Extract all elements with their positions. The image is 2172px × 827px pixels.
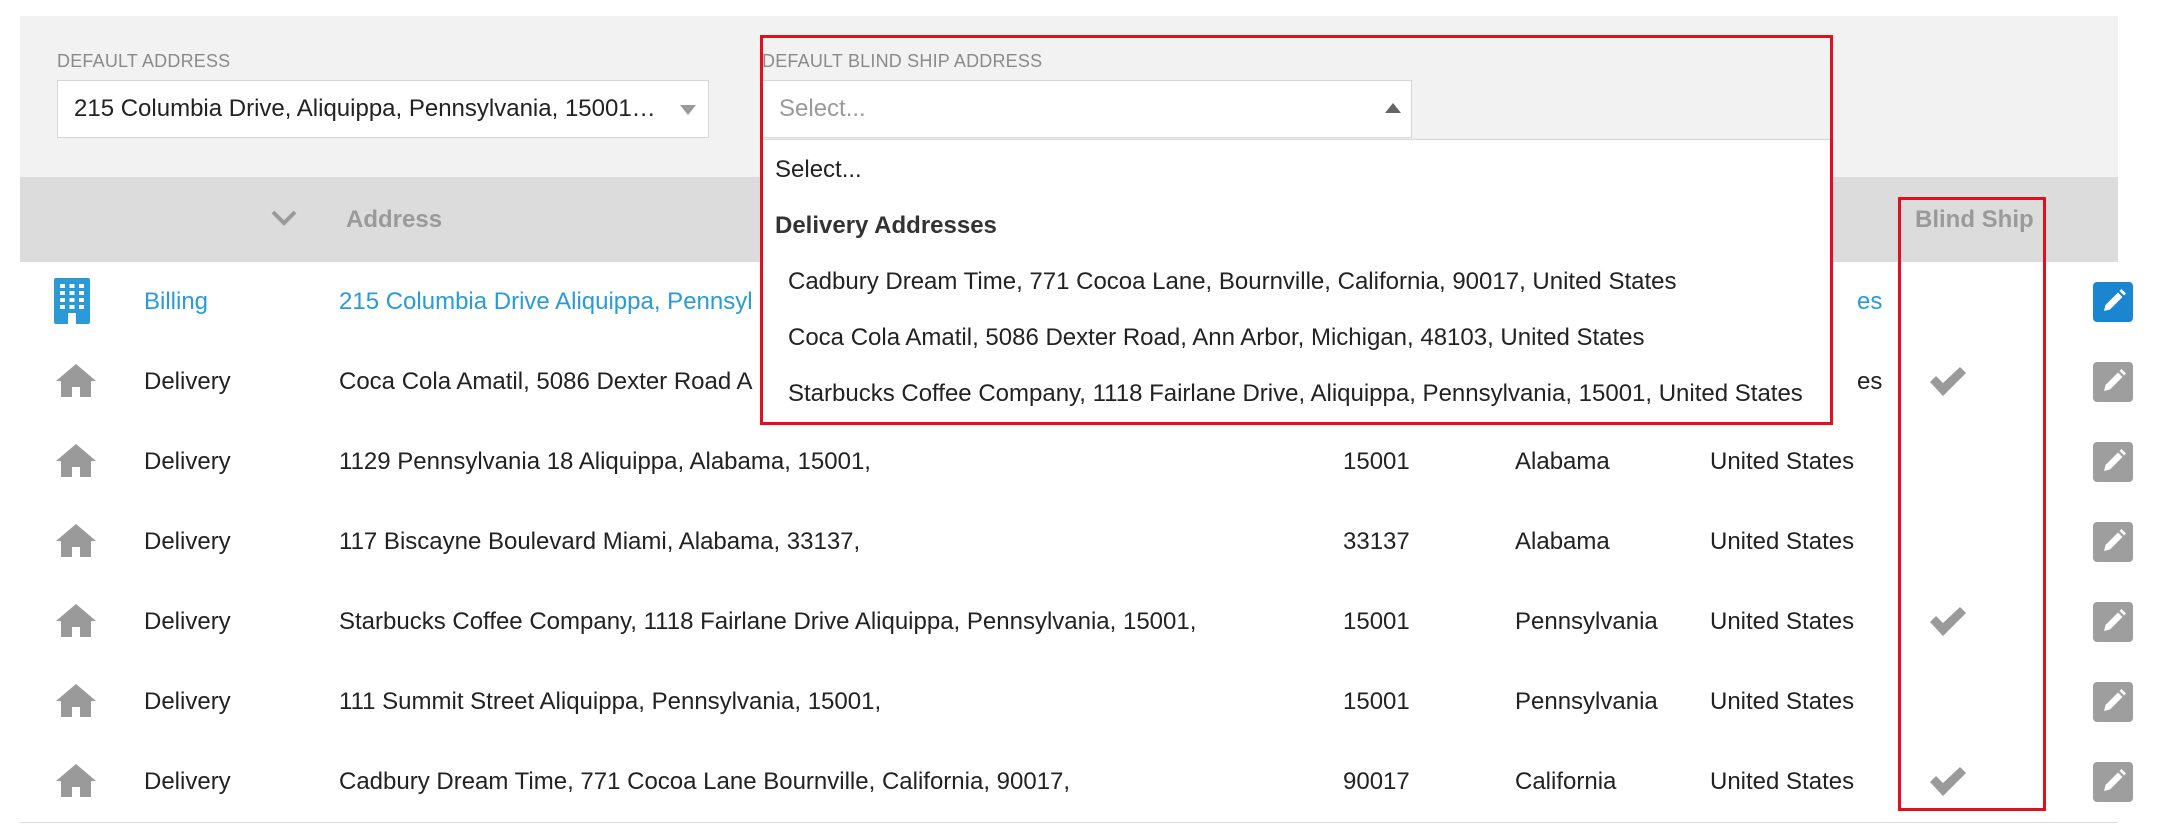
edit-button[interactable]: [2093, 362, 2133, 402]
pencil-icon: [2104, 289, 2126, 311]
home-icon: [56, 444, 96, 477]
address-country: United States: [1710, 528, 1855, 555]
address-zip: 90017: [1343, 768, 1410, 795]
home-icon: [56, 684, 96, 717]
chevron-down-icon: [680, 105, 696, 115]
home-icon: [56, 364, 96, 397]
address-country: es: [1857, 368, 1883, 395]
address-type: Delivery: [144, 368, 231, 395]
address-text: Cadbury Dream Time, 771 Cocoa Lane Bourn…: [339, 768, 1071, 795]
sort-chevron-icon[interactable]: [271, 209, 297, 227]
home-icon: [56, 604, 96, 637]
address-zip: 15001: [1343, 608, 1410, 635]
address-zip: 33137: [1343, 528, 1410, 555]
table-row: Delivery 1129 Pennsylvania 18 Aliquippa,…: [20, 422, 2133, 503]
edit-button[interactable]: [2093, 682, 2133, 722]
address-state: Alabama: [1515, 448, 1610, 475]
table-row: Delivery 117 Biscayne Boulevard Miami, A…: [20, 502, 2133, 583]
address-type: Delivery: [144, 528, 231, 555]
default-address-select[interactable]: 215 Columbia Drive, Aliquippa, Pennsylva…: [57, 80, 709, 138]
edit-button[interactable]: [2093, 282, 2133, 322]
address-country: United States: [1710, 768, 1855, 795]
pencil-icon: [2104, 449, 2126, 471]
address-state: Pennsylvania: [1515, 688, 1658, 715]
home-icon: [56, 764, 96, 797]
address-country: United States: [1710, 448, 1855, 475]
highlight-box-blind-ship-column: [1898, 197, 2046, 811]
pencil-icon: [2104, 529, 2126, 551]
edit-button[interactable]: [2093, 602, 2133, 642]
address-text[interactable]: 215 Columbia Drive Aliquippa, Pennsyl: [339, 262, 753, 342]
address-text: 117 Biscayne Boulevard Miami, Alabama, 3…: [339, 528, 861, 555]
address-state: California: [1515, 768, 1617, 795]
address-state: Pennsylvania: [1515, 608, 1658, 635]
pencil-icon: [2104, 689, 2126, 711]
pencil-icon: [2104, 609, 2126, 631]
home-icon: [56, 524, 96, 557]
edit-button[interactable]: [2093, 762, 2133, 802]
address-text: 111 Summit Street Aliquippa, Pennsylvani…: [339, 688, 882, 715]
address-text: 1129 Pennsylvania 18 Aliquippa, Alabama,…: [339, 448, 871, 475]
address-country[interactable]: es: [1857, 262, 1882, 342]
address-type: Delivery: [144, 608, 231, 635]
address-type[interactable]: Billing: [144, 262, 208, 342]
default-address-label: DEFAULT ADDRESS: [57, 51, 231, 71]
building-icon: [54, 278, 90, 324]
address-column-header[interactable]: Address: [346, 177, 442, 262]
address-country: United States: [1710, 688, 1855, 715]
address-zip: 15001: [1343, 448, 1410, 475]
address-type: Delivery: [144, 768, 231, 795]
table-row: Delivery 111 Summit Street Aliquippa, Pe…: [20, 662, 2133, 743]
address-type: Delivery: [144, 448, 231, 475]
address-text: Starbucks Coffee Company, 1118 Fairlane …: [339, 608, 1197, 635]
address-country: United States: [1710, 608, 1855, 635]
address-text: Coca Cola Amatil, 5086 Dexter Road A: [339, 368, 753, 395]
edit-button[interactable]: [2093, 442, 2133, 482]
edit-button[interactable]: [2093, 522, 2133, 562]
pencil-icon: [2104, 369, 2126, 391]
address-settings-page: DEFAULT ADDRESS 215 Columbia Drive, Aliq…: [0, 0, 2172, 827]
pencil-icon: [2104, 769, 2126, 791]
address-zip: 15001: [1343, 688, 1410, 715]
address-type: Delivery: [144, 688, 231, 715]
address-state: Alabama: [1515, 528, 1610, 555]
table-row: Delivery Starbucks Coffee Company, 1118 …: [20, 582, 2133, 663]
default-address-value: 215 Columbia Drive, Aliquippa, Pennsylva…: [74, 95, 656, 122]
highlight-box-blind-ship-address: [760, 35, 1833, 425]
table-row: Delivery Cadbury Dream Time, 771 Cocoa L…: [20, 742, 2133, 823]
